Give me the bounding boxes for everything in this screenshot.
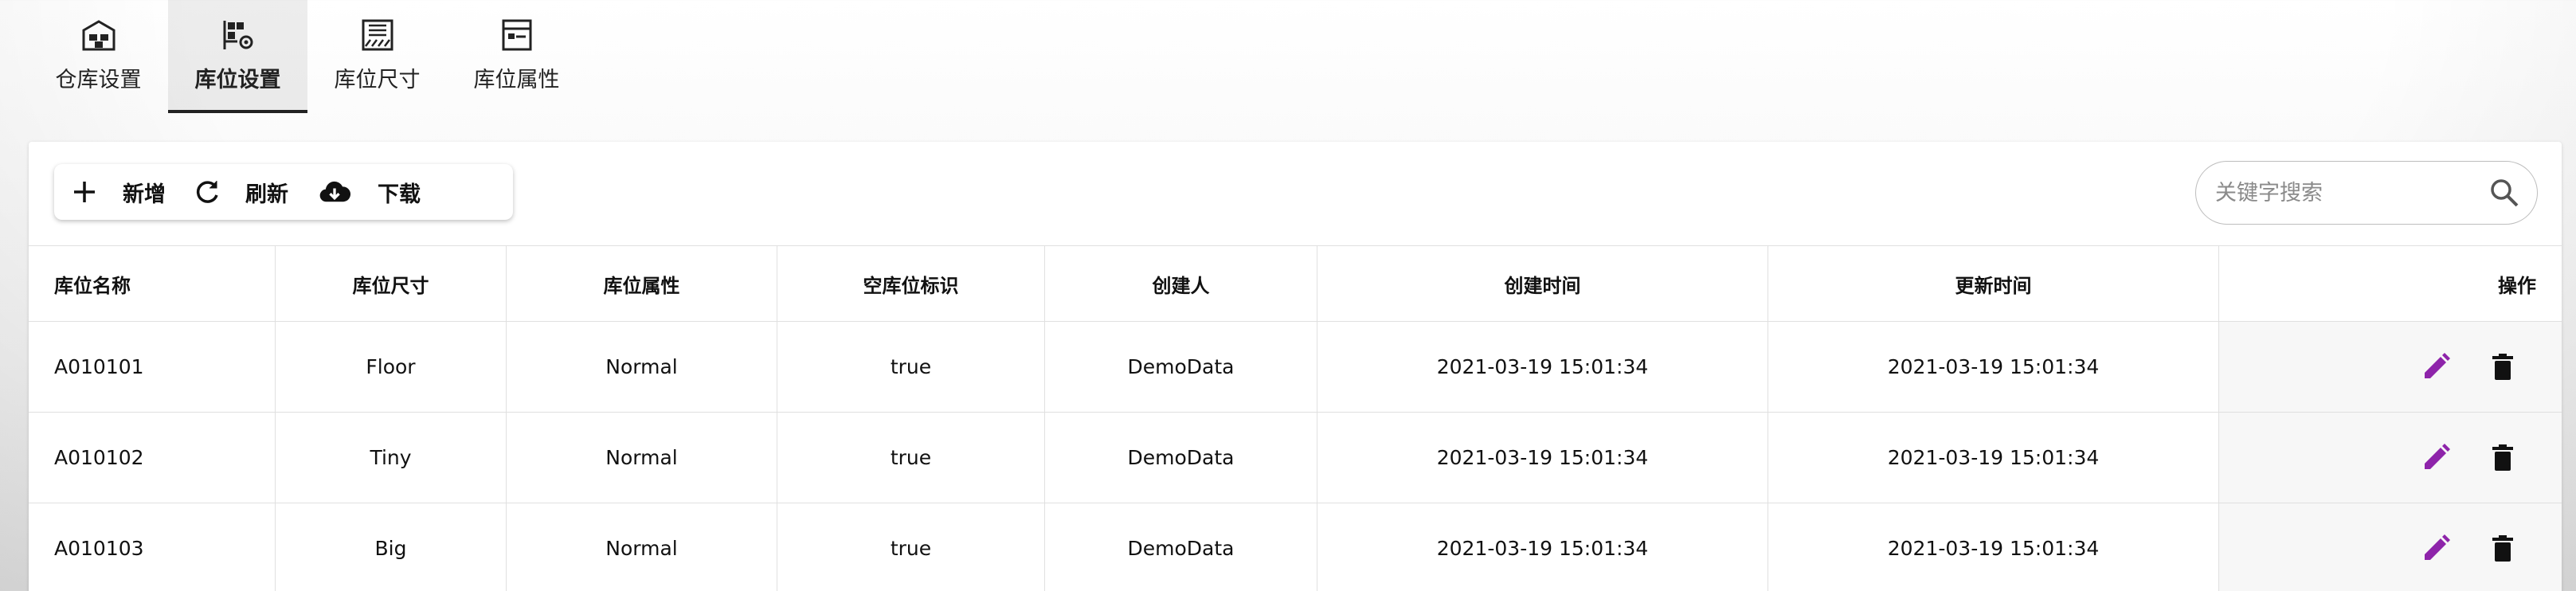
created-time-cell: 2021-03-19 15:01:34: [1317, 503, 1768, 591]
location-table: 库位名称 库位尺寸 库位属性 空库位标识 创建人 创建时间 更新时间 操作 A0…: [29, 245, 2562, 591]
table-row[interactable]: A010102 Tiny Normal true DemoData 2021-0…: [29, 413, 2562, 503]
top-tab-bar: 仓库设置 库位设置 库位尺寸 库位属性: [29, 0, 586, 113]
tab-label: 库位设置: [194, 68, 281, 92]
location-name-cell: A010101: [29, 322, 276, 412]
tab-label: 仓库设置: [55, 68, 142, 92]
location-name-cell: A010103: [29, 503, 276, 591]
location-name-cell: A010102: [29, 413, 276, 503]
table-row[interactable]: A010103 Big Normal true DemoData 2021-03…: [29, 503, 2562, 591]
empty-flag-cell: true: [777, 322, 1045, 412]
column-header[interactable]: 库位属性: [507, 246, 777, 321]
created-time-cell: 2021-03-19 15:01:34: [1317, 322, 1768, 412]
location-size-cell: Big: [276, 503, 507, 591]
creator-cell: DemoData: [1045, 322, 1317, 412]
refresh-button[interactable]: 刷新: [193, 164, 288, 220]
location-size-cell: Floor: [276, 322, 507, 412]
cloud-download-icon: [319, 181, 351, 202]
table-row[interactable]: A010101 Floor Normal true DemoData 2021-…: [29, 322, 2562, 413]
keyword-search: [2195, 161, 2538, 225]
add-button[interactable]: 新增: [70, 164, 166, 220]
edit-pencil-icon[interactable]: [2418, 350, 2453, 385]
table-header-row: 库位名称 库位尺寸 库位属性 空库位标识 创建人 创建时间 更新时间 操作: [29, 246, 2562, 322]
delete-trash-icon[interactable]: [2485, 531, 2520, 566]
refresh-icon: [196, 181, 218, 203]
tab-location-settings[interactable]: 库位设置: [168, 0, 307, 113]
actions-cell: [2219, 413, 2562, 503]
tab-label: 库位尺寸: [334, 68, 421, 92]
delete-trash-icon[interactable]: [2485, 350, 2520, 385]
creator-cell: DemoData: [1045, 413, 1317, 503]
actions-cell: [2219, 322, 2562, 412]
column-header[interactable]: 库位名称: [29, 246, 276, 321]
column-header[interactable]: 更新时间: [1768, 246, 2219, 321]
created-time-cell: 2021-03-19 15:01:34: [1317, 413, 1768, 503]
delete-trash-icon[interactable]: [2485, 440, 2520, 476]
column-header[interactable]: 创建人: [1045, 246, 1317, 321]
tab-location-attribute[interactable]: 库位属性: [447, 0, 586, 113]
column-header: 操作: [2498, 274, 2536, 297]
warehouse-icon: [82, 20, 115, 51]
updated-time-cell: 2021-03-19 15:01:34: [1768, 413, 2219, 503]
search-input[interactable]: [2215, 180, 2488, 205]
edit-pencil-icon[interactable]: [2418, 531, 2453, 566]
location-attribute-cell: Normal: [507, 503, 777, 591]
column-header[interactable]: 创建时间: [1317, 246, 1768, 321]
refresh-button-label: 刷新: [245, 182, 288, 207]
location-size-icon: [362, 19, 393, 51]
empty-flag-cell: true: [777, 503, 1045, 591]
location-attribute-icon: [502, 19, 531, 51]
column-header[interactable]: 库位尺寸: [276, 246, 507, 321]
actions-cell: [2219, 503, 2562, 591]
download-button-label: 下载: [378, 182, 421, 207]
download-button[interactable]: 下载: [315, 164, 421, 220]
column-header[interactable]: 空库位标识: [777, 246, 1045, 321]
location-table-card: 新增 刷新 下载 库位名称 库位尺寸 库位属性 空库位: [29, 142, 2562, 591]
edit-pencil-icon[interactable]: [2418, 440, 2453, 476]
location-attribute-cell: Normal: [507, 322, 777, 412]
updated-time-cell: 2021-03-19 15:01:34: [1768, 322, 2219, 412]
creator-cell: DemoData: [1045, 503, 1317, 591]
search-icon[interactable]: [2488, 176, 2521, 209]
tab-label: 库位属性: [473, 68, 560, 92]
location-attribute-cell: Normal: [507, 413, 777, 503]
updated-time-cell: 2021-03-19 15:01:34: [1768, 503, 2219, 591]
tab-location-size[interactable]: 库位尺寸: [307, 0, 447, 113]
empty-flag-cell: true: [777, 413, 1045, 503]
action-toolbar: 新增 刷新 下载: [54, 164, 513, 220]
add-button-label: 新增: [123, 182, 166, 207]
location-size-cell: Tiny: [276, 413, 507, 503]
location-settings-icon: [223, 21, 253, 49]
plus-icon: [74, 182, 95, 202]
tab-warehouse-settings[interactable]: 仓库设置: [29, 0, 168, 113]
